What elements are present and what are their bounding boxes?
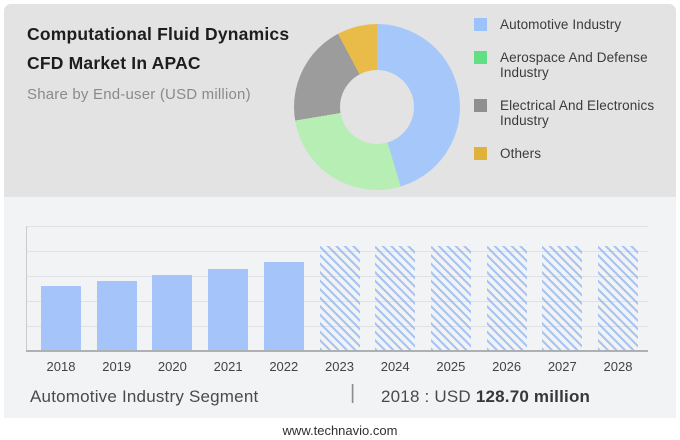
legend-swatch-icon: [474, 18, 487, 31]
legend-swatch-icon: [474, 50, 487, 64]
x-tick-label: 2021: [213, 359, 243, 374]
forecast-bar-2023: [319, 246, 360, 350]
legend-item-label: Others: [500, 145, 542, 161]
x-tick-label: 2027: [547, 359, 577, 374]
segment-value-amount: 128.70 million: [475, 387, 591, 406]
forecast-bar-2027: [542, 246, 583, 350]
bar-2019: [96, 281, 137, 350]
x-tick-label: 2019: [102, 359, 132, 374]
bar-chart-panel: 2018 2019 2020 2021 2022 2023 2024 2025 2026 2027…: [4, 197, 676, 418]
bar-2021: [208, 269, 249, 350]
legend-item: Electrical And Electronics Industry: [474, 98, 672, 129]
forecast-bar-2025: [430, 246, 471, 350]
legend-item: Automotive Industry: [474, 17, 672, 33]
donut-hole: [340, 70, 414, 144]
infographic: Computational Fluid Dynamics CFD Market …: [0, 0, 680, 440]
segment-value-prefix: 2018 : USD: [381, 387, 476, 406]
page-subtitle: Share by End-user (USD million): [27, 86, 251, 103]
segment-value: 2018 : USD 128.70 million: [381, 387, 590, 407]
segment-name: Automotive Industry Segment: [30, 387, 259, 406]
forecast-bar-2024: [375, 246, 416, 350]
x-tick-label: 2028: [603, 359, 633, 374]
forecast-bar-2028: [598, 246, 638, 350]
footer-divider: |: [350, 382, 356, 404]
page-title-line-1: Computational Fluid Dynamics: [27, 24, 290, 44]
legend-item: Aerospace And Defense Industry: [474, 50, 672, 81]
x-tick-label: 2018: [46, 359, 76, 374]
legend-item-label: Automotive Industry: [500, 17, 622, 32]
legend: Automotive Industry Aerospace And Defense…: [474, 17, 672, 161]
bar-2022: [263, 262, 304, 350]
x-tick-label: 2026: [492, 359, 522, 374]
x-axis-line: [26, 350, 648, 352]
y-axis-line: [26, 226, 27, 351]
header-text: Computational Fluid Dynamics CFD Market …: [27, 20, 289, 103]
bar-2018: [41, 286, 81, 350]
website-url[interactable]: www.technavio.com: [0, 423, 680, 438]
x-tick-label: 2024: [380, 359, 410, 374]
legend-swatch-icon: [474, 98, 487, 112]
x-tick-label: 2023: [325, 359, 354, 374]
x-tick-label: 2022: [269, 359, 299, 374]
bar-2020: [152, 275, 193, 350]
legend-swatch-icon: [474, 146, 487, 160]
page-title-line-2: CFD Market In APAC: [27, 53, 201, 73]
header-panel: Computational Fluid Dynamics CFD Market …: [4, 4, 676, 197]
legend-item-label: Aerospace And Defense Industry: [500, 49, 648, 81]
forecast-bar-2026: [486, 246, 527, 350]
legend-item-label: Electrical And Electronics Industry: [500, 97, 655, 129]
gridline: [26, 226, 648, 227]
donut-chart: [294, 24, 460, 190]
x-tick-label: 2020: [157, 359, 187, 374]
x-tick-label: 2025: [436, 359, 466, 374]
legend-item: Others: [474, 146, 672, 162]
